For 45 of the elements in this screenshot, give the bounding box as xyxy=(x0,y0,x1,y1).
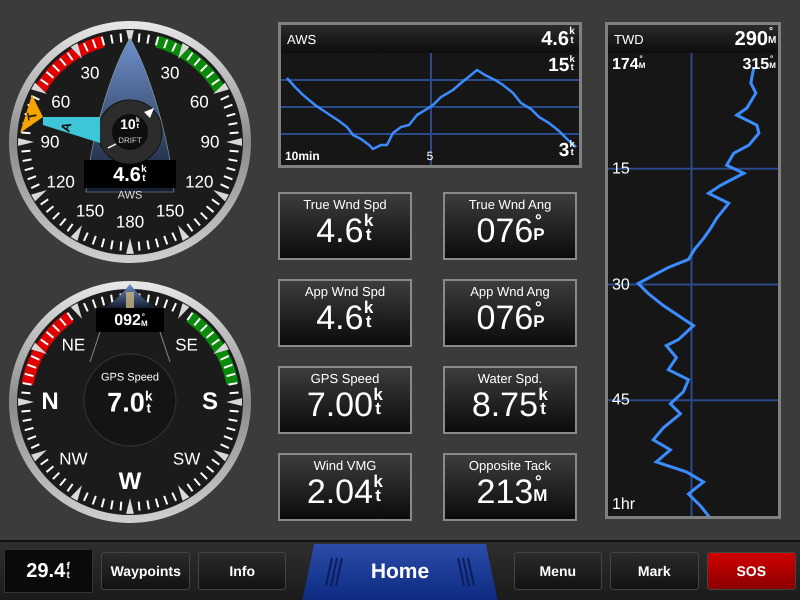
apparent-wind-marker: A xyxy=(58,120,74,134)
field-label: Water Spd. xyxy=(478,371,542,386)
field-label: True Wnd Ang xyxy=(468,197,552,212)
field-label: GPS Speed xyxy=(310,371,380,386)
true-wind-marker: T xyxy=(24,110,40,122)
scale-label: SE xyxy=(175,336,198,354)
menu-button[interactable]: Menu xyxy=(514,552,602,590)
time-mark-label: 1hr xyxy=(612,494,636,514)
scale-label: NE xyxy=(62,336,86,354)
field-label: App Wnd Ang xyxy=(470,284,550,299)
field-label: App Wnd Spd xyxy=(304,284,386,299)
scale-label: 120 xyxy=(46,174,75,190)
menu-button[interactable]: Info xyxy=(198,552,286,590)
scale-label: S xyxy=(202,390,218,414)
scale-label: 150 xyxy=(76,202,104,220)
home-tab[interactable]: Home xyxy=(302,544,498,600)
time-span-label: 10min xyxy=(285,148,320,163)
field-label: Opposite Tack xyxy=(468,458,552,473)
scale-label: 60 xyxy=(51,94,70,110)
scale-label: 90 xyxy=(200,134,220,150)
scale-label: 30 xyxy=(160,64,180,82)
field-label: Wind VMG xyxy=(314,458,376,473)
time-mark-label: 45 xyxy=(612,390,630,410)
time-mark-label: 5 xyxy=(426,148,434,163)
scale-label: 150 xyxy=(156,202,184,220)
menu-button[interactable]: Mark xyxy=(610,552,699,590)
scale-label: N xyxy=(41,390,59,414)
time-mark-label: 30 xyxy=(612,274,630,294)
scale-label: 60 xyxy=(190,94,209,110)
field-label: True Wnd Spd xyxy=(303,197,387,212)
sos-button[interactable]: SOS xyxy=(706,552,796,590)
menu-button[interactable]: Waypoints xyxy=(101,552,190,590)
scale-label: 180 xyxy=(116,214,144,230)
scale-label: 30 xyxy=(80,64,100,82)
time-mark-label: 15 xyxy=(612,159,630,178)
scale-label: W xyxy=(118,470,142,494)
scale-label: 120 xyxy=(185,174,214,190)
speed-label: GPS Speed xyxy=(100,372,160,384)
chart-title: AWS xyxy=(287,32,316,46)
drift-label: DRIFT xyxy=(118,137,142,145)
scale-label: NW xyxy=(59,450,88,468)
scale-label: 90 xyxy=(40,134,60,150)
chart-title: TWD xyxy=(614,32,644,46)
scale-label: SW xyxy=(172,450,200,468)
speed-label: AWS xyxy=(118,190,142,202)
